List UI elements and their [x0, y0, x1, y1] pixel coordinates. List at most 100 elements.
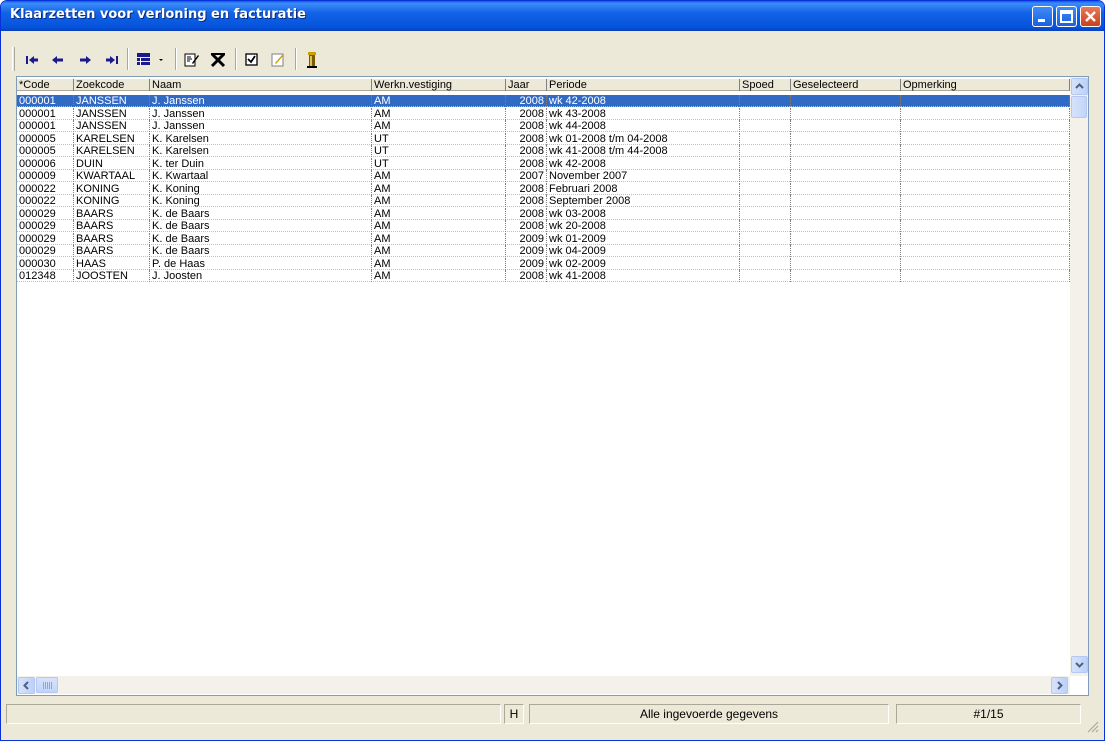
- select-checkbox-button[interactable]: [242, 50, 262, 70]
- scroll-down-button[interactable]: [1071, 656, 1088, 673]
- cell-naam: K. Koning: [150, 195, 372, 207]
- minimize-icon: [1038, 19, 1045, 22]
- table-row[interactable]: 000029 BAARS K. de Baars AM 2009 wk 01-2009: [17, 232, 1070, 245]
- scroll-right-button[interactable]: [1051, 677, 1068, 694]
- cell-naam: K. Karelsen: [150, 132, 372, 145]
- cell-code: 000001: [17, 120, 74, 132]
- next-record-button[interactable]: [75, 50, 95, 70]
- horizontal-scrollbar[interactable]: [17, 676, 1070, 694]
- cell-naam: J. Janssen: [150, 120, 372, 132]
- cell-vestiging: UT: [372, 132, 506, 145]
- cell-geselecteerd: [791, 107, 901, 120]
- table-header: *Code Zoekcode Naam Werkn.vestiging Jaar Peri…: [17, 79, 1070, 91]
- column-header-vestiging[interactable]: Werkn.vestiging: [372, 79, 506, 91]
- table-row[interactable]: 000029 BAARS K. de Baars AM 2009 wk 04-2009: [17, 245, 1070, 257]
- cell-vestiging: AM: [372, 95, 506, 107]
- cell-zoekcode: KONING: [74, 195, 150, 207]
- cell-naam: P. de Haas: [150, 257, 372, 270]
- cell-periode: November 2007: [547, 170, 740, 182]
- vertical-scrollbar[interactable]: [1070, 77, 1088, 676]
- column-header-jaar[interactable]: Jaar: [506, 79, 547, 91]
- cell-zoekcode: HAAS: [74, 257, 150, 270]
- last-record-icon: [106, 56, 118, 64]
- cell-code: 012348: [17, 270, 74, 282]
- cell-periode: wk 42-2008: [547, 95, 740, 107]
- cell-zoekcode: DUIN: [74, 157, 150, 170]
- edit-record-button[interactable]: [182, 50, 202, 70]
- column-header-periode[interactable]: Periode: [547, 79, 740, 91]
- cell-vestiging: AM: [372, 170, 506, 182]
- cell-geselecteerd: [791, 132, 901, 145]
- cell-spoed: [740, 95, 791, 107]
- horizontal-scroll-thumb[interactable]: [36, 677, 58, 693]
- cell-vestiging: AM: [372, 270, 506, 282]
- status-panel-record-count: #1/15: [896, 704, 1081, 724]
- table-row[interactable]: 000001 JANSSEN J. Janssen AM 2008 wk 43-2008: [17, 107, 1070, 120]
- column-header-opmerking[interactable]: Opmerking: [901, 79, 1070, 91]
- cell-geselecteerd: [791, 270, 901, 282]
- cell-zoekcode: BAARS: [74, 232, 150, 245]
- cell-jaar: 2008: [506, 207, 547, 220]
- cell-code: 000009: [17, 170, 74, 182]
- table-row[interactable]: 000005 KARELSEN K. Karelsen UT 2008 wk 41-200…: [17, 145, 1070, 157]
- maximize-button[interactable]: [1056, 6, 1077, 27]
- resize-grip-icon[interactable]: [1085, 719, 1099, 733]
- table-row[interactable]: 000030 HAAS P. de Haas AM 2009 wk 02-2009: [17, 257, 1070, 270]
- cell-periode: wk 20-2008: [547, 220, 740, 232]
- notes-button[interactable]: [268, 50, 288, 70]
- table-row[interactable]: 000001 JANSSEN J. Janssen AM 2008 wk 42-2008: [17, 95, 1070, 107]
- table-row[interactable]: 000022 KONING K. Koning AM 2008 Februari 2008: [17, 182, 1070, 195]
- last-record-button[interactable]: [102, 50, 122, 70]
- column-header-naam[interactable]: Naam: [150, 79, 372, 91]
- cell-jaar: 2008: [506, 145, 547, 157]
- cell-periode: wk 41-2008: [547, 270, 740, 282]
- cell-geselecteerd: [791, 232, 901, 245]
- view-dropdown-button[interactable]: [134, 50, 170, 70]
- cell-spoed: [740, 170, 791, 182]
- table-row[interactable]: 000001 JANSSEN J. Janssen AM 2008 wk 44-2008: [17, 120, 1070, 132]
- table-row[interactable]: 000029 BAARS K. de Baars AM 2008 wk 20-2008: [17, 220, 1070, 232]
- cell-opmerking: [901, 157, 1070, 170]
- minimize-button[interactable]: [1032, 6, 1053, 27]
- table-row[interactable]: 000022 KONING K. Koning AM 2008 September 200…: [17, 195, 1070, 207]
- vertical-scroll-thumb[interactable]: [1071, 96, 1087, 118]
- cell-opmerking: [901, 257, 1070, 270]
- cell-code: 000022: [17, 195, 74, 207]
- cell-periode: September 2008: [547, 195, 740, 207]
- cell-geselecteerd: [791, 220, 901, 232]
- toolbar-grip[interactable]: [12, 47, 15, 71]
- notes-icon: [271, 53, 284, 67]
- column-header-geselecteerd[interactable]: Geselecteerd: [791, 79, 901, 91]
- delete-record-button[interactable]: [208, 50, 228, 70]
- previous-record-button[interactable]: [48, 50, 68, 70]
- data-grid: *Code Zoekcode Naam Werkn.vestiging Jaar Peri…: [16, 76, 1089, 696]
- tools-button[interactable]: [302, 50, 322, 70]
- table-row[interactable]: 000029 BAARS K. de Baars AM 2008 wk 03-2008: [17, 207, 1070, 220]
- first-record-button[interactable]: [22, 50, 42, 70]
- cell-zoekcode: JANSSEN: [74, 95, 150, 107]
- scroll-left-button[interactable]: [18, 677, 35, 694]
- cell-zoekcode: JOOSTEN: [74, 270, 150, 282]
- scroll-up-button[interactable]: [1071, 78, 1088, 95]
- cell-spoed: [740, 257, 791, 270]
- column-header-spoed[interactable]: Spoed: [740, 79, 791, 91]
- column-header-zoekcode[interactable]: Zoekcode: [74, 79, 150, 91]
- column-header-code[interactable]: *Code: [17, 79, 74, 91]
- cell-jaar: 2008: [506, 195, 547, 207]
- cell-naam: J. Joosten: [150, 270, 372, 282]
- table-row[interactable]: 000006 DUIN K. ter Duin UT 2008 wk 42-2008: [17, 157, 1070, 170]
- toolbar-separator: [175, 48, 177, 70]
- cell-opmerking: [901, 245, 1070, 257]
- table-row[interactable]: 000009 KWARTAAL K. Kwartaal AM 2007 November …: [17, 170, 1070, 182]
- table-row[interactable]: 000005 KARELSEN K. Karelsen UT 2008 wk 01-200…: [17, 132, 1070, 145]
- view-dropdown-icon: [137, 53, 163, 65]
- cell-code: 000029: [17, 232, 74, 245]
- table-row[interactable]: 012348 JOOSTEN J. Joosten AM 2008 wk 41-2008: [17, 270, 1070, 282]
- status-panel-1: [6, 704, 501, 724]
- cell-jaar: 2009: [506, 245, 547, 257]
- title-bar[interactable]: Klaarzetten voor verloning en facturatie: [1, 1, 1104, 31]
- cell-naam: K. ter Duin: [150, 157, 372, 170]
- close-button[interactable]: [1080, 6, 1101, 27]
- cell-periode: wk 42-2008: [547, 157, 740, 170]
- cell-vestiging: AM: [372, 182, 506, 195]
